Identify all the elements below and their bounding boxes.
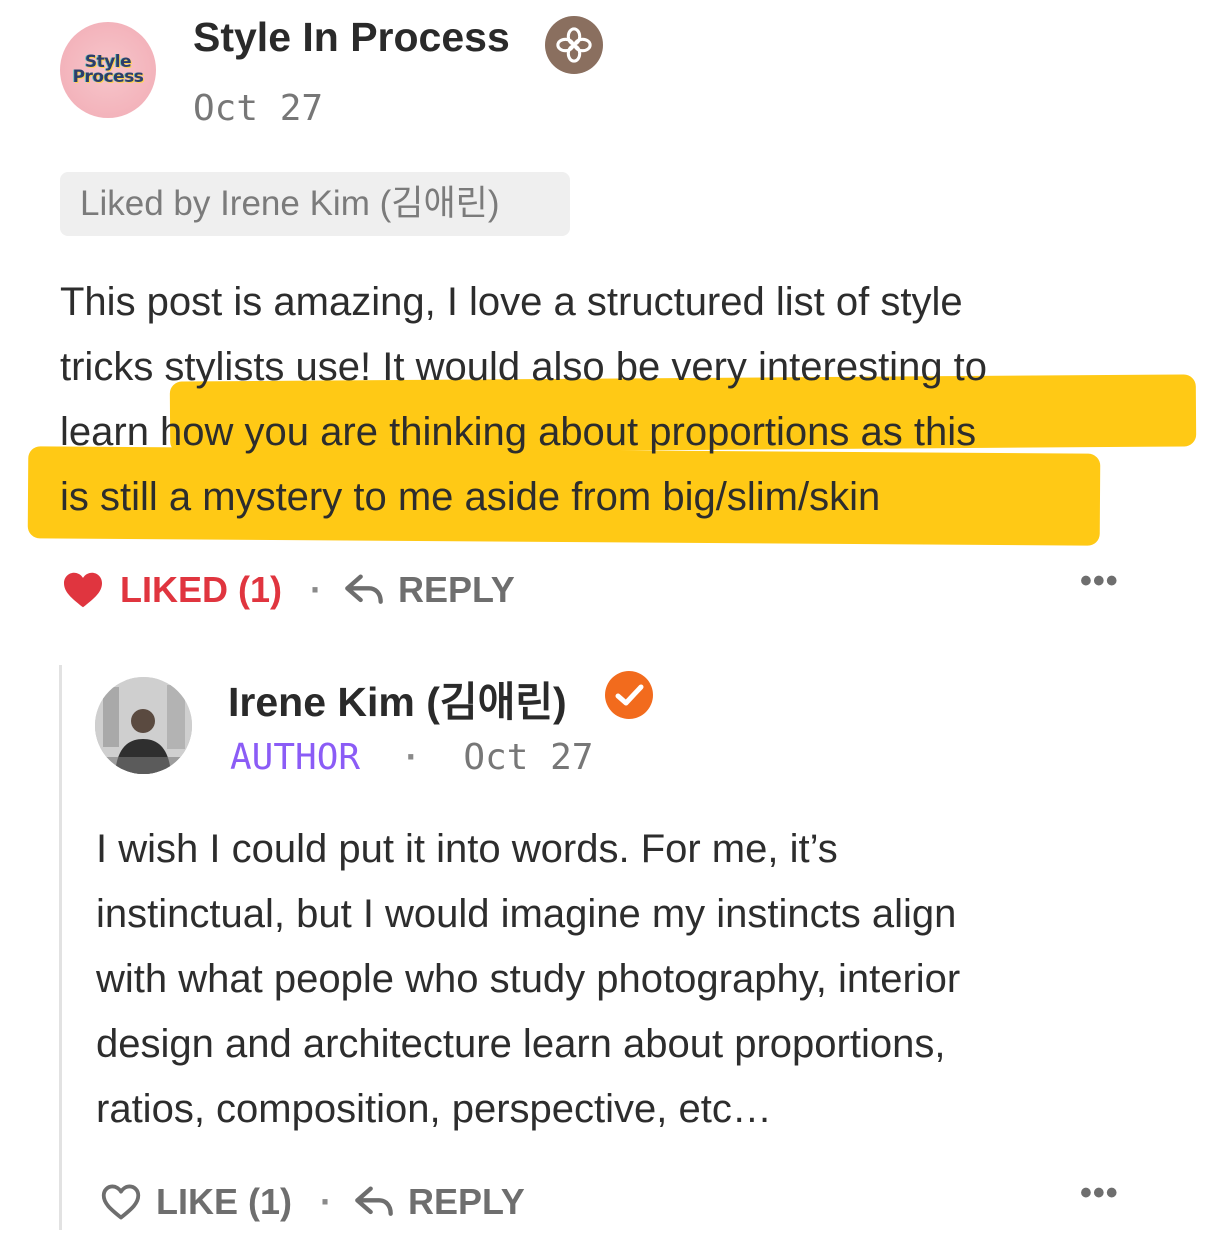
more-options-icon[interactable]: ••• [1080,562,1119,601]
comment-body-line: learn how you are thinking about proport… [60,410,977,454]
flower-icon [545,16,603,74]
avatar-logo-line-2: Process [72,67,144,87]
reply-body-line: I wish I could put it into words. For me… [96,827,838,871]
liked-button[interactable]: LIKED (1) [62,569,282,611]
liked-by-badge: Liked by Irene Kim (김애린) [60,172,570,236]
like-label: LIKE (1) [156,1181,293,1222]
author-role-tag: AUTHOR [230,737,361,778]
reply-body-line: instinctual, but I would imagine my inst… [96,892,957,936]
heart-filled-icon [64,572,102,608]
reply-body: I wish I could put it into words. For me… [96,817,1176,1142]
reply-author-name[interactable]: Irene Kim (김애린) [228,668,567,728]
reply-body-line: ratios, composition, perspective, etc… [96,1087,772,1131]
comment-body-line: is still a mystery to me aside from big/… [60,475,881,519]
heart-outline-icon [101,1184,141,1220]
reply-button[interactable]: REPLY [354,1181,525,1223]
separator: · [405,736,418,777]
separator: · [320,1181,333,1222]
author-avatar[interactable]: Style Process [60,22,156,118]
separator: · [310,569,322,610]
comment-author-name[interactable]: Style In Process [193,14,510,61]
avatar-logo: Style Process [72,54,144,87]
avatar-photo [95,677,192,774]
verified-check-icon [605,671,653,719]
reply-body-line: design and architecture learn about prop… [96,1022,946,1066]
comment-body-line: This post is amazing, I love a structure… [60,280,963,324]
reply-arrow-icon [355,1186,393,1216]
comment-body: This post is amazing, I love a structure… [60,270,1180,530]
liked-label: LIKED (1) [120,569,282,610]
reply-arrow-icon [345,574,383,604]
comment-body-line: tricks stylists use! It would also be ve… [60,345,988,389]
comment-actions: LIKED (1) · REPLY [62,560,515,620]
reply-date: Oct 27 [463,737,594,778]
more-options-icon[interactable]: ••• [1080,1174,1119,1213]
reply-author-avatar[interactable] [95,677,192,774]
like-button[interactable]: LIKE (1) [100,1181,292,1223]
reply-meta: AUTHOR · Oct 27 [230,736,593,778]
reply-label: REPLY [408,1181,525,1222]
reply-actions: LIKE (1) · REPLY [100,1172,525,1232]
reply-button[interactable]: REPLY [344,569,515,611]
reply-label: REPLY [398,569,515,610]
comment-date: Oct 27 [193,88,324,129]
reply-body-line: with what people who study photography, … [96,957,961,1001]
thread-line [59,665,62,1230]
